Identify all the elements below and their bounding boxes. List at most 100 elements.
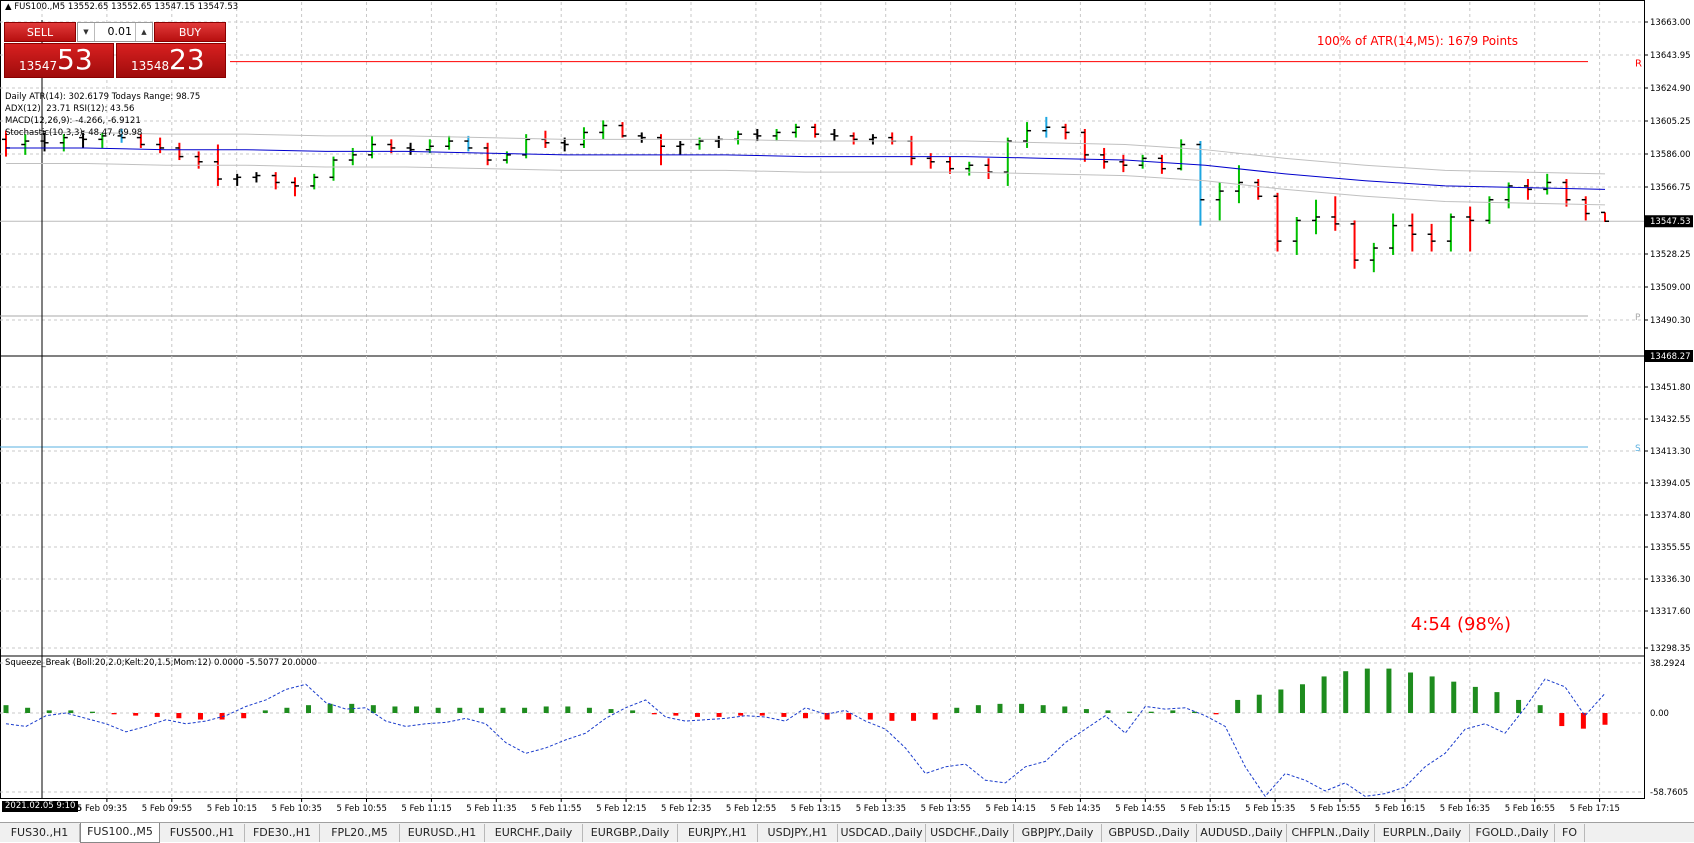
- atr-percent-label: 100% of ATR(14,M5): 1679 Points: [1316, 34, 1518, 48]
- time-axis-label: 5 Feb 12:35: [661, 804, 711, 814]
- histogram-bar: [176, 713, 182, 719]
- price-axis-label: 13451.80: [1650, 383, 1691, 393]
- lot-decrease-icon[interactable]: ▼: [78, 23, 95, 41]
- histogram-bar: [1148, 711, 1154, 713]
- histogram-bar: [608, 709, 614, 713]
- price-axis-label: 13605.25: [1650, 117, 1691, 127]
- chart-tab[interactable]: FGOLD.,Daily: [1470, 824, 1555, 842]
- chart-tab[interactable]: USDCAD.,Daily: [838, 824, 926, 842]
- macd-info: MACD(12,26,9): -4.266, -6.9121: [5, 116, 141, 126]
- price-axis-label: 13413.30: [1650, 447, 1691, 457]
- histogram-bar: [630, 710, 636, 713]
- atr-level-marker: R: [1635, 59, 1642, 70]
- histogram-bar: [111, 713, 117, 715]
- histogram-bar: [954, 707, 960, 713]
- histogram-bar: [975, 705, 981, 713]
- lot-size-stepper[interactable]: ▼ 0.01 ▲: [77, 22, 153, 42]
- support-marker: S: [1635, 444, 1641, 454]
- chart-tab[interactable]: EURUSD.,H1: [400, 824, 485, 842]
- time-axis-label: 5 Feb 11:15: [401, 804, 451, 814]
- chart-tab[interactable]: FUS100.,M5: [80, 823, 160, 843]
- chart-tab[interactable]: EURCHF.,Daily: [485, 824, 583, 842]
- histogram-bar: [133, 713, 139, 716]
- time-axis-label: 5 Feb 12:55: [726, 804, 776, 814]
- price-axis-label: 13355.55: [1650, 543, 1691, 553]
- chart-tab[interactable]: USDJPY.,H1: [758, 824, 838, 842]
- chart-tab[interactable]: FUS500.,H1: [160, 824, 245, 842]
- histogram-bar: [1127, 711, 1133, 713]
- price-axis-label: 13298.35: [1650, 644, 1691, 654]
- ohlc-values: 13552.65 13552.65 13547.15 13547.53: [67, 2, 239, 12]
- chart-title: ▲ FUS100.,M5 13552.65 13552.65 13547.15 …: [5, 2, 238, 12]
- time-axis-label: 5 Feb 14:35: [1050, 804, 1100, 814]
- time-axis-label: 5 Feb 15:15: [1180, 804, 1230, 814]
- time-axis-label: 5 Feb 12:15: [596, 804, 646, 814]
- time-axis-label: 5 Feb 13:55: [921, 804, 971, 814]
- histogram-bar: [1213, 713, 1219, 715]
- chart-tab[interactable]: FO: [1555, 824, 1585, 842]
- histogram-bar: [759, 713, 765, 716]
- time-axis-label: 5 Feb 09:35: [77, 804, 127, 814]
- lot-increase-icon[interactable]: ▲: [135, 23, 152, 41]
- histogram-bar: [154, 713, 160, 717]
- sell-button[interactable]: SELL: [4, 22, 76, 42]
- price-axis-label: 13663.00: [1650, 18, 1691, 28]
- buy-price-major: 13548: [131, 59, 170, 73]
- sell-price[interactable]: 13547 53: [4, 43, 114, 78]
- price-axis-label: 13317.60: [1650, 607, 1691, 617]
- histogram-bar: [500, 707, 506, 713]
- stochastic-info: Stochastic(10,3,3): 48.47, 69.98: [5, 128, 143, 138]
- indicator-title: Squeeze_Break (Boll:20,2.0;Kelt:20,1.5;M…: [5, 658, 318, 668]
- chart-tab[interactable]: EURGBP.,Daily: [583, 824, 678, 842]
- buy-button[interactable]: BUY: [154, 22, 226, 42]
- histogram-bar: [1235, 699, 1241, 713]
- chart-tab[interactable]: USDCHF.,Daily: [926, 824, 1014, 842]
- current-price-value: 13547.53: [1650, 217, 1691, 227]
- buy-price[interactable]: 13548 23: [116, 43, 226, 78]
- bar-timer-label: 4:54 (98%): [1410, 614, 1511, 635]
- histogram-bar: [1299, 684, 1305, 713]
- chart-tab[interactable]: AUDUSD.,Daily: [1197, 824, 1287, 842]
- price-axis-label: 13336.30: [1650, 575, 1691, 585]
- histogram-bar: [1559, 713, 1565, 727]
- chart-tab[interactable]: GBPUSD.,Daily: [1102, 824, 1197, 842]
- histogram-bar: [867, 713, 873, 720]
- envelope-lower: [6, 162, 1606, 206]
- collapse-triangle-icon[interactable]: ▲: [5, 2, 12, 12]
- histogram-bar: [457, 707, 463, 713]
- chart-tab-bar: FUS30.,H1 FUS100.,M5 FUS500.,H1 FDE30.,H1 FP…: [0, 822, 1694, 843]
- histogram-bar: [478, 707, 484, 713]
- histogram-bar: [565, 706, 571, 713]
- price-axis-label: 13509.00: [1650, 283, 1691, 293]
- price-axis-label: 13624.90: [1650, 84, 1691, 94]
- chart-tab[interactable]: EURPLN.,Daily: [1375, 824, 1470, 842]
- chart-tab[interactable]: GBPJPY.,Daily: [1014, 824, 1102, 842]
- one-click-trading-panel: SELL ▼ 0.01 ▲ BUY 13547 53 13548 23: [4, 22, 226, 78]
- chart-canvas[interactable]: 13663.00 13643.95 13624.90 13605.25 13586.00…: [0, 0, 1694, 822]
- histogram-bar: [1364, 668, 1370, 713]
- histogram-bar: [1494, 692, 1500, 713]
- histogram-bar: [25, 707, 31, 713]
- chart-tab[interactable]: EURJPY.,H1: [678, 824, 758, 842]
- histogram-bar: [932, 713, 938, 720]
- envelope-upper: [6, 131, 1606, 175]
- histogram-bar: [781, 713, 787, 717]
- chart-tab[interactable]: FPL20.,M5: [320, 824, 400, 842]
- lot-size-input[interactable]: 0.01: [96, 23, 133, 41]
- histogram-bar: [306, 705, 312, 713]
- histogram-bar: [694, 713, 700, 717]
- time-axis-label: 5 Feb 13:15: [791, 804, 841, 814]
- chart-tab[interactable]: FUS30.,H1: [0, 824, 80, 842]
- time-axis-label: 5 Feb 17:15: [1570, 804, 1620, 814]
- histogram-bar: [543, 706, 549, 713]
- histogram-bar: [1019, 703, 1025, 713]
- histogram-bar: [392, 706, 398, 713]
- pivot-marker: P: [1635, 313, 1641, 323]
- histogram-bar: [1537, 705, 1543, 713]
- chart-tab[interactable]: FDE30.,H1: [245, 824, 320, 842]
- time-axis-label: 5 Feb 09:55: [142, 804, 192, 814]
- histogram-bar: [197, 713, 203, 720]
- chart-tab[interactable]: CHFPLN.,Daily: [1287, 824, 1375, 842]
- histogram-bar: [1040, 705, 1046, 713]
- histogram-bar: [716, 713, 722, 717]
